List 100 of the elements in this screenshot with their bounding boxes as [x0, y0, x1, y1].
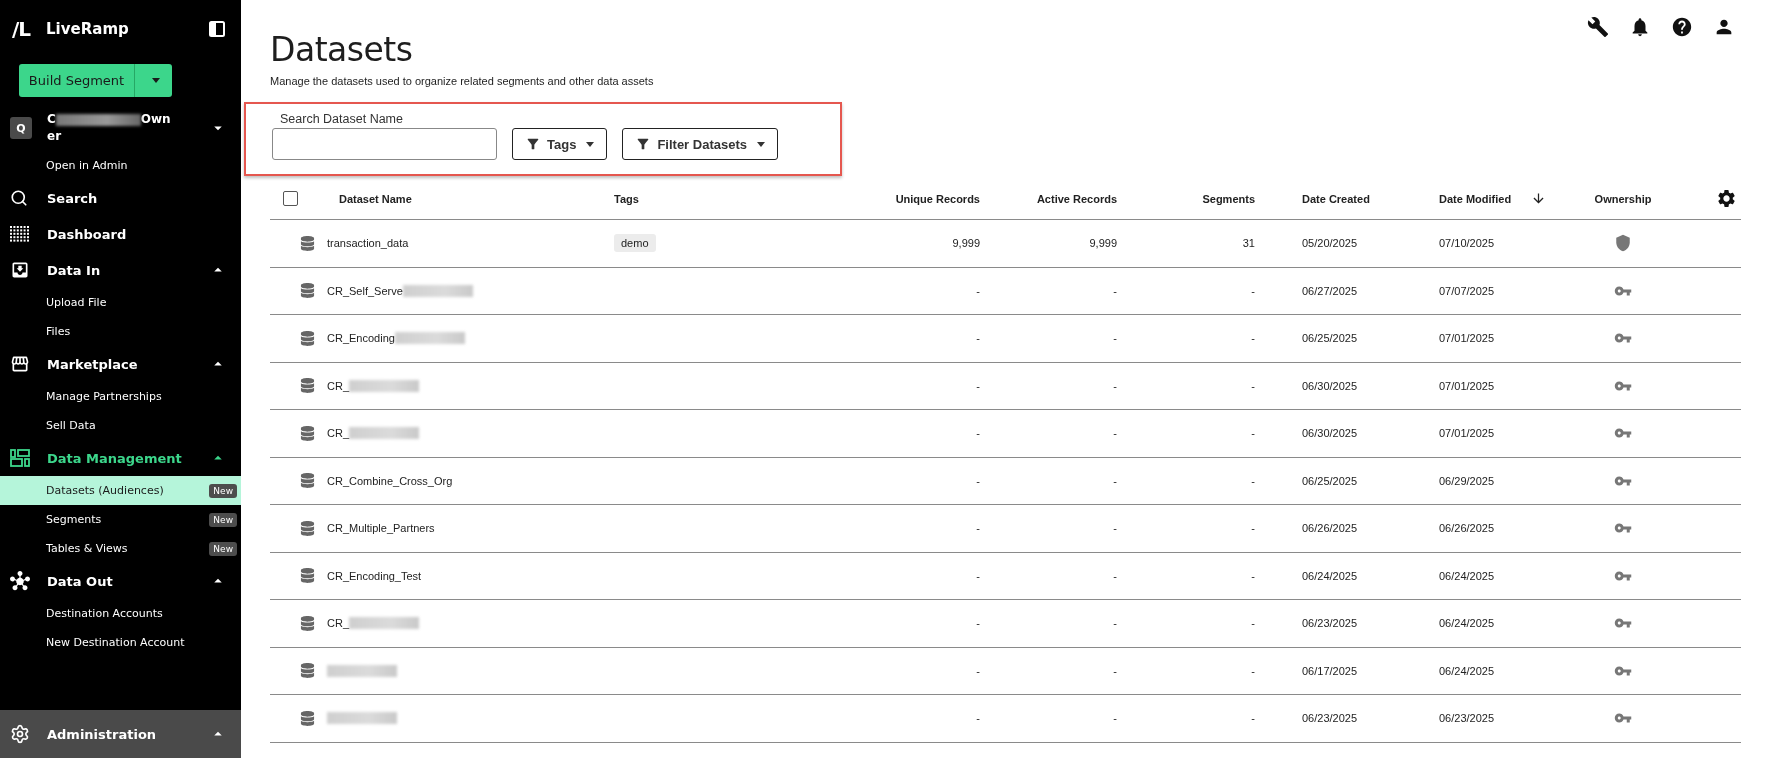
column-header[interactable]: Unique Records — [895, 192, 980, 205]
dataset-name[interactable]: CR_Self_Serve — [327, 284, 403, 297]
database-icon — [300, 330, 315, 346]
nav-item[interactable]: Upload File — [0, 288, 241, 317]
org-name[interactable]: C Owner — [47, 111, 172, 145]
database-icon — [300, 710, 315, 726]
caret-icon — [757, 141, 765, 147]
table-cell: - — [1251, 569, 1255, 582]
administration-label: Administration — [47, 726, 157, 742]
column-header[interactable]: Segments — [1202, 192, 1255, 205]
nav-item-label: New Destination Account — [46, 636, 186, 649]
column-header[interactable]: Active Records — [1036, 192, 1117, 205]
nav-item[interactable]: New Destination Account — [0, 628, 241, 657]
table-cell: 06/17/2025 — [1302, 664, 1358, 677]
select-all-checkbox[interactable] — [283, 191, 298, 206]
new-badge: New — [209, 541, 237, 556]
table-cell: 06/26/2025 — [1439, 522, 1495, 535]
database-icon — [300, 615, 315, 631]
database-icon — [300, 663, 315, 679]
column-header[interactable]: Dataset Name — [339, 192, 412, 205]
filter-button[interactable]: Tags — [512, 128, 608, 160]
nav-item[interactable]: Sell Data — [0, 411, 241, 440]
nav-item-label: Datasets (Audiences) — [46, 484, 165, 497]
table-cell: - — [1251, 712, 1255, 725]
build-segment-button[interactable]: Build Segment — [19, 64, 135, 97]
nav-item[interactable]: Manage Partnerships — [0, 382, 241, 411]
panel-toggle-icon[interactable] — [209, 21, 225, 37]
column-header[interactable]: Date Modified — [1439, 192, 1512, 205]
table-cell: 06/24/2025 — [1439, 569, 1495, 582]
table-cell: 06/25/2025 — [1302, 474, 1358, 487]
table-cell: - — [1113, 427, 1117, 440]
nav-section[interactable]: Data Management — [0, 440, 241, 476]
table-cell: - — [976, 332, 980, 345]
table-cell: - — [976, 617, 980, 630]
table-cell: 06/29/2025 — [1439, 474, 1495, 487]
nav-item-label: Manage Partnerships — [46, 390, 163, 403]
table-cell: 31 — [1242, 237, 1255, 250]
settings-icon[interactable] — [1716, 188, 1737, 209]
table-cell: - — [976, 569, 980, 582]
nav-section-label: Data In — [47, 262, 101, 278]
nav-item[interactable]: Tables & Views New — [0, 534, 241, 563]
nav-section[interactable]: Dashboard — [0, 216, 241, 252]
page-subtitle: Manage the datasets used to organize related segments and other data assets — [270, 75, 655, 87]
table-cell: 06/25/2025 — [1302, 332, 1358, 345]
nav-item[interactable]: Datasets (Audiences) New — [0, 476, 241, 505]
nav-link[interactable]: Open in Admin — [0, 151, 241, 180]
nav-item-label: Upload File — [46, 296, 108, 309]
table-cell: 07/01/2025 — [1439, 427, 1495, 440]
nav-item-label: Destination Accounts — [46, 607, 164, 620]
database-icon — [300, 283, 315, 299]
nav-item-label: Segments — [46, 513, 103, 526]
column-header[interactable]: Tags — [614, 192, 639, 205]
nav-item-label: Tables & Views — [46, 542, 129, 555]
database-icon — [300, 378, 315, 394]
table-cell: 07/01/2025 — [1439, 379, 1495, 392]
column-header[interactable]: Ownership — [1594, 192, 1652, 205]
nav-section-label: Search — [47, 190, 98, 206]
dataset-name[interactable]: CR_Combine_Cross_Org — [327, 474, 453, 487]
filter-button[interactable]: Filter Datasets — [622, 128, 778, 160]
table-cell: - — [976, 664, 980, 677]
administration-bar[interactable]: Administration — [0, 710, 241, 758]
dataset-name[interactable]: CR_ — [327, 617, 349, 630]
table-cell: - — [1251, 522, 1255, 535]
dataset-name[interactable]: CR_ — [327, 379, 349, 392]
dataset-name[interactable]: CR_Encoding — [327, 332, 395, 345]
table-cell: - — [976, 712, 980, 725]
dataset-name[interactable]: CR_ — [327, 427, 349, 440]
nav-section-icon — [10, 449, 32, 467]
dataset-name[interactable]: CR_Multiple_Partners — [327, 522, 435, 535]
table-cell: 9,999 — [1089, 237, 1117, 250]
nav-section[interactable]: Marketplace — [0, 346, 241, 382]
nav-item-label: Files — [46, 325, 72, 338]
dataset-name[interactable]: transaction_data — [327, 237, 409, 250]
brand-name: LiveRamp — [46, 20, 130, 38]
table-cell: - — [976, 284, 980, 297]
sort-arrow-icon[interactable] — [1531, 191, 1547, 206]
nav-section[interactable]: Data In — [0, 252, 241, 288]
table-cell: - — [1113, 664, 1117, 677]
search-label: Search Dataset Name — [280, 112, 404, 126]
search-field[interactable] — [272, 128, 497, 160]
help-icon[interactable] — [1671, 16, 1693, 36]
database-icon — [300, 473, 315, 489]
table-cell: - — [1251, 284, 1255, 297]
nav-item[interactable]: Destination Accounts — [0, 599, 241, 628]
dataset-name[interactable]: CR_Encoding_Test — [327, 569, 422, 582]
nav-section-label: Data Management — [47, 450, 182, 466]
table-cell: 9,999 — [952, 237, 980, 250]
wrench-icon[interactable] — [1587, 16, 1609, 36]
nav-item[interactable]: Segments New — [0, 505, 241, 534]
column-header[interactable]: Date Created — [1302, 192, 1370, 205]
table-cell: 06/24/2025 — [1302, 569, 1358, 582]
nav-section-label: Data Out — [47, 573, 113, 589]
table-cell: - — [1251, 427, 1255, 440]
nav-section[interactable]: Search — [0, 180, 241, 216]
nav-item[interactable]: Files — [0, 317, 241, 346]
table-cell: - — [1251, 664, 1255, 677]
table-cell: 06/23/2025 — [1302, 712, 1358, 725]
table-cell: 06/30/2025 — [1302, 427, 1358, 440]
nav-section[interactable]: Data Out — [0, 563, 241, 599]
table-cell: - — [976, 379, 980, 392]
